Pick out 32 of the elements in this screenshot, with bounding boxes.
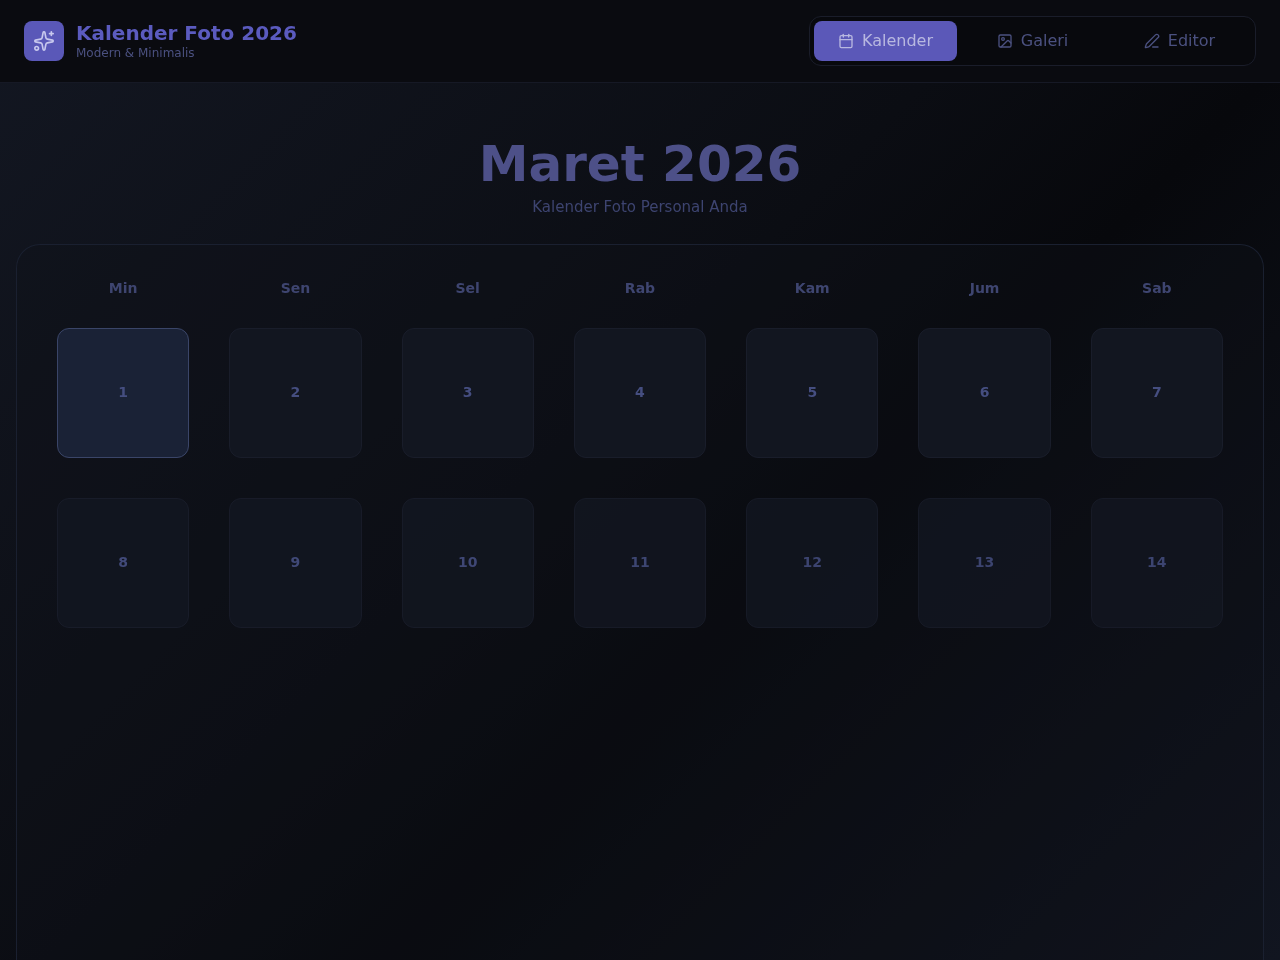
day-cell[interactable]: 9 xyxy=(229,497,362,628)
app-title: Kalender Foto 2026 xyxy=(76,21,297,45)
day-cell[interactable]: 3 xyxy=(401,327,534,458)
day-cell[interactable]: 11 xyxy=(573,497,707,628)
image-icon xyxy=(996,33,1013,49)
weekday-label: Min xyxy=(107,278,139,298)
day-cell[interactable]: 14 xyxy=(1090,497,1223,628)
calendar-icon xyxy=(838,33,854,49)
nav-tab[interactable]: Kalender xyxy=(814,21,957,61)
month-title: Maret 2026 xyxy=(478,138,802,190)
month-subtitle: Kalender Foto Personal Anda xyxy=(532,197,748,218)
day-cell[interactable]: 8 xyxy=(57,497,190,628)
nav-tab[interactable]: Galeri xyxy=(961,21,1104,61)
weekday-label: Sen xyxy=(279,278,312,298)
app-subtitle: Modern & Minimalis xyxy=(76,45,196,61)
pen-icon xyxy=(1143,33,1160,49)
day-cell[interactable]: 10 xyxy=(401,497,534,628)
weekday-label: Kam xyxy=(793,278,831,298)
day-cell[interactable]: 6 xyxy=(918,327,1051,458)
weekday-label: Rab xyxy=(623,278,657,298)
day-cell[interactable]: 4 xyxy=(573,327,707,458)
day-cell[interactable]: 1 xyxy=(57,327,190,458)
nav-tab[interactable]: Editor xyxy=(1108,21,1251,61)
day-cell[interactable]: 7 xyxy=(1090,327,1223,458)
day-cell[interactable]: 5 xyxy=(746,327,879,458)
day-cell[interactable]: 13 xyxy=(918,497,1051,628)
day-cell[interactable]: 2 xyxy=(229,327,362,458)
weekday-label: Sel xyxy=(454,278,481,298)
weekday-label: Sab xyxy=(1141,278,1173,298)
sparkles-icon xyxy=(24,21,64,61)
weekday-label: Jum xyxy=(968,278,1001,298)
day-cell[interactable]: 12 xyxy=(746,497,879,628)
